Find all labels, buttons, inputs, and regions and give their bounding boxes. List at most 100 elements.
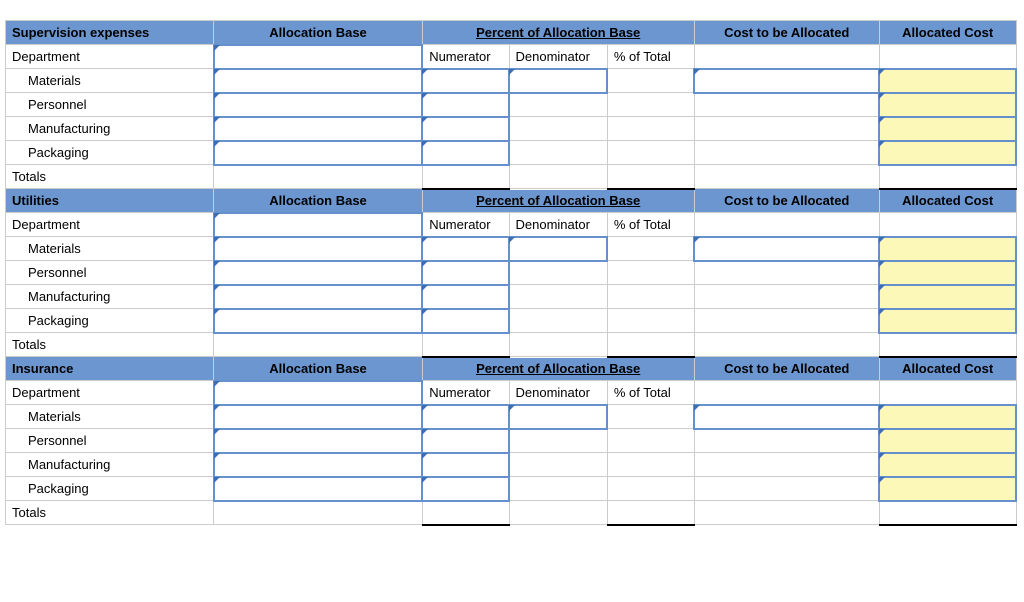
input-base-manufacturing[interactable] xyxy=(214,453,422,477)
input-base-materials[interactable] xyxy=(214,405,422,429)
corner-marker xyxy=(879,93,885,99)
section-title: Supervision expenses xyxy=(6,21,214,45)
totals-numerator xyxy=(422,165,509,189)
blank xyxy=(694,477,879,501)
input-base-packaging[interactable] xyxy=(214,477,422,501)
input-numerator-materials[interactable] xyxy=(422,405,509,429)
input-allocated-materials[interactable] xyxy=(879,405,1016,429)
input-base-materials[interactable] xyxy=(214,237,422,261)
col-percent-base: Percent of Allocation Base xyxy=(422,189,694,213)
corner-marker xyxy=(422,309,428,315)
blank xyxy=(509,453,607,477)
corner-marker xyxy=(879,69,885,75)
input-allocated-materials[interactable] xyxy=(879,69,1016,93)
input-cost-materials[interactable] xyxy=(694,237,879,261)
input-base-manufacturing[interactable] xyxy=(214,285,422,309)
input-allocated-manufacturing[interactable] xyxy=(879,117,1016,141)
col-percent-base: Percent of Allocation Base xyxy=(422,357,694,381)
blank xyxy=(509,501,607,525)
corner-marker xyxy=(214,477,220,483)
label-manufacturing: Manufacturing xyxy=(6,453,214,477)
corner-marker xyxy=(214,213,220,219)
input-numerator-packaging[interactable] xyxy=(422,141,509,165)
label-personnel: Personnel xyxy=(6,261,214,285)
totals-numerator xyxy=(422,501,509,525)
input-allocated-packaging[interactable] xyxy=(879,477,1016,501)
input-allocated-manufacturing[interactable] xyxy=(879,453,1016,477)
input-allocation-base[interactable] xyxy=(214,213,422,237)
input-numerator-materials[interactable] xyxy=(422,237,509,261)
corner-marker xyxy=(214,237,220,243)
corner-marker xyxy=(422,453,428,459)
dept-row-packaging: Packaging xyxy=(6,309,1017,333)
input-base-packaging[interactable] xyxy=(214,309,422,333)
section-title: Utilities xyxy=(6,189,214,213)
corner-marker xyxy=(422,477,428,483)
dept-row-personnel: Personnel xyxy=(6,429,1017,453)
input-allocated-personnel[interactable] xyxy=(879,93,1016,117)
input-allocation-base[interactable] xyxy=(214,381,422,405)
label-manufacturing: Manufacturing xyxy=(6,117,214,141)
corner-marker xyxy=(214,69,220,75)
totals-pct xyxy=(607,165,694,189)
input-base-materials[interactable] xyxy=(214,69,422,93)
input-base-personnel[interactable] xyxy=(214,93,422,117)
input-allocated-packaging[interactable] xyxy=(879,141,1016,165)
input-allocated-personnel[interactable] xyxy=(879,261,1016,285)
input-numerator-materials[interactable] xyxy=(422,69,509,93)
col-allocation-base: Allocation Base xyxy=(214,21,422,45)
input-numerator-manufacturing[interactable] xyxy=(422,285,509,309)
input-base-manufacturing[interactable] xyxy=(214,117,422,141)
input-numerator-personnel[interactable] xyxy=(422,93,509,117)
input-allocated-materials[interactable] xyxy=(879,237,1016,261)
blank xyxy=(694,117,879,141)
input-numerator-manufacturing[interactable] xyxy=(422,117,509,141)
input-denominator-materials[interactable] xyxy=(509,405,607,429)
input-allocated-manufacturing[interactable] xyxy=(879,285,1016,309)
input-base-personnel[interactable] xyxy=(214,429,422,453)
label-totals: Totals xyxy=(6,501,214,525)
totals-row: Totals xyxy=(6,165,1017,189)
input-numerator-personnel[interactable] xyxy=(422,261,509,285)
label-packaging: Packaging xyxy=(6,141,214,165)
input-cost-materials[interactable] xyxy=(694,405,879,429)
dept-row-personnel: Personnel xyxy=(6,261,1017,285)
input-allocated-personnel[interactable] xyxy=(879,429,1016,453)
input-numerator-personnel[interactable] xyxy=(422,429,509,453)
input-base-personnel[interactable] xyxy=(214,261,422,285)
input-base-packaging[interactable] xyxy=(214,141,422,165)
totals-pct xyxy=(607,333,694,357)
input-denominator-materials[interactable] xyxy=(509,69,607,93)
blank xyxy=(509,477,607,501)
corner-marker xyxy=(214,285,220,291)
totals-allocated xyxy=(879,333,1016,357)
blank xyxy=(509,261,607,285)
corner-marker xyxy=(214,453,220,459)
pct-packaging xyxy=(607,309,694,333)
label-totals: Totals xyxy=(6,165,214,189)
blank xyxy=(694,333,879,357)
dept-row-materials: Materials xyxy=(6,237,1017,261)
input-numerator-manufacturing[interactable] xyxy=(422,453,509,477)
corner-marker xyxy=(694,237,700,243)
pct-personnel xyxy=(607,429,694,453)
corner-marker xyxy=(214,45,220,51)
input-cost-materials[interactable] xyxy=(694,69,879,93)
corner-marker xyxy=(214,261,220,267)
blank xyxy=(509,285,607,309)
col-cost-allocated: Cost to be Allocated xyxy=(694,189,879,213)
blank xyxy=(694,285,879,309)
blank xyxy=(509,429,607,453)
input-numerator-packaging[interactable] xyxy=(422,477,509,501)
dept-row-materials: Materials xyxy=(6,405,1017,429)
blank xyxy=(694,45,879,69)
blank xyxy=(509,309,607,333)
input-numerator-packaging[interactable] xyxy=(422,309,509,333)
corner-marker xyxy=(879,429,885,435)
input-allocation-base[interactable] xyxy=(214,45,422,69)
blank xyxy=(694,309,879,333)
input-denominator-materials[interactable] xyxy=(509,237,607,261)
blank xyxy=(694,165,879,189)
blank xyxy=(509,165,607,189)
input-allocated-packaging[interactable] xyxy=(879,309,1016,333)
